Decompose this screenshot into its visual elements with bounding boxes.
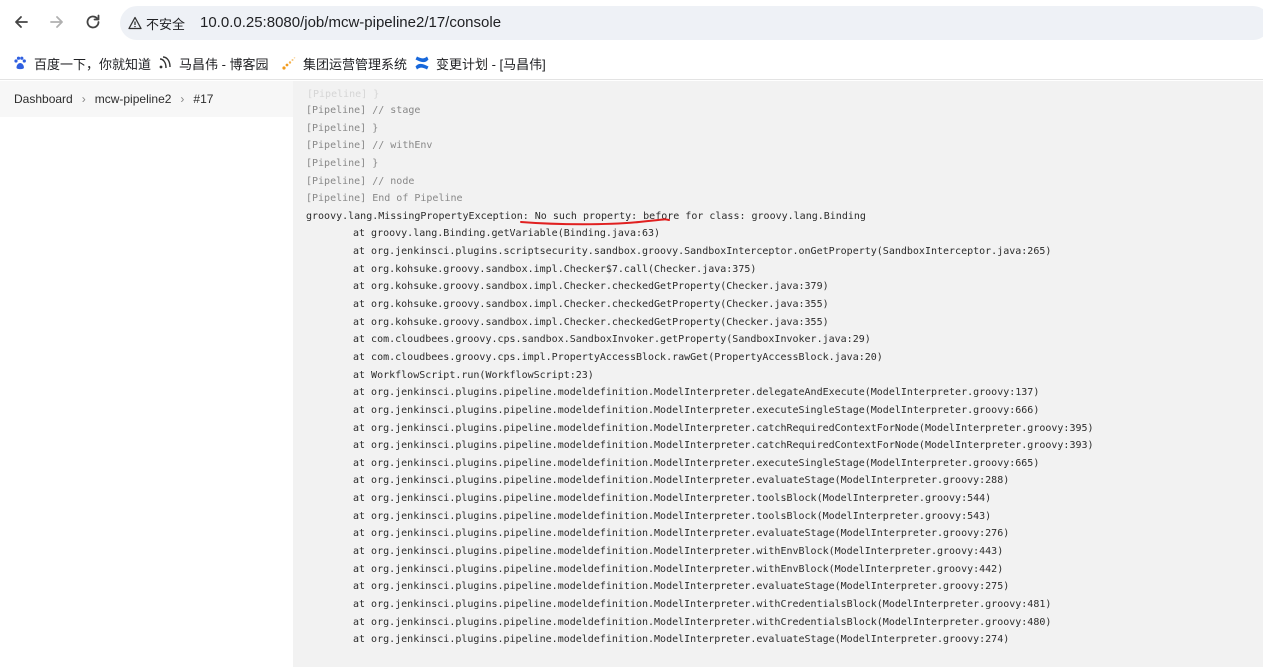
console-stacktrace-line: at org.jenkinsci.plugins.pipeline.modeld… <box>353 581 1010 593</box>
console-pipeline-line: [Pipeline] } <box>306 122 379 134</box>
back-button[interactable] <box>8 9 34 35</box>
console-stacktrace-line: at org.jenkinsci.plugins.pipeline.modeld… <box>353 404 1040 416</box>
reload-button[interactable] <box>80 9 106 35</box>
bookmark-change-plan[interactable]: 变更计划 - [马昌伟] <box>414 53 546 73</box>
breadcrumb-job[interactable]: mcw-pipeline2 <box>95 92 172 106</box>
console-stacktrace-line: at com.cloudbees.groovy.cps.impl.Propert… <box>353 351 883 363</box>
console-stacktrace-line: at org.jenkinsci.plugins.pipeline.modeld… <box>353 422 1094 434</box>
arrow-right-icon <box>50 16 63 28</box>
confluence-icon <box>415 56 429 70</box>
baidu-paw-icon <box>14 56 26 70</box>
console-pipeline-line: [Pipeline] // node <box>306 175 415 187</box>
console-pipeline-line: [Pipeline] // stage <box>306 105 421 116</box>
url-text[interactable]: 10.0.0.25:8080/job/mcw-pipeline2/17/cons… <box>200 14 501 31</box>
warning-triangle-icon <box>128 16 142 30</box>
breadcrumb-build[interactable]: #17 <box>193 92 213 106</box>
console-error-line: groovy.lang.MissingPropertyException: No… <box>306 210 866 222</box>
console-stacktrace-line: at org.kohsuke.groovy.sandbox.impl.Check… <box>353 316 829 328</box>
console-stacktrace-line: at org.kohsuke.groovy.sandbox.impl.Check… <box>353 263 757 275</box>
console-pipeline-line: [Pipeline] End of Pipeline <box>306 193 463 205</box>
browser-toolbar: 不安全 10.0.0.25:8080/job/mcw-pipeline2/17/… <box>0 0 1263 46</box>
console-stacktrace-line: at org.jenkinsci.plugins.pipeline.modeld… <box>353 475 1010 487</box>
console-scroll-fade: [Pipeline] } <box>307 89 380 100</box>
bookmark-label: 百度一下，你就知道 <box>34 56 152 72</box>
console-stacktrace-line: at org.jenkinsci.plugins.pipeline.modeld… <box>353 457 1040 469</box>
bookmark-ops-system[interactable]: 集团运营管理系统 <box>281 53 407 73</box>
address-bar[interactable]: 不安全 10.0.0.25:8080/job/mcw-pipeline2/17/… <box>120 6 1263 40</box>
loading-dots-icon <box>282 57 296 70</box>
reload-icon <box>86 14 100 29</box>
console-stacktrace-line: at groovy.lang.Binding.getVariable(Bindi… <box>353 228 661 240</box>
bookmark-label: 变更计划 - [马昌伟] <box>436 56 546 72</box>
sidebar <box>0 117 293 667</box>
console-pipeline-line: [Pipeline] } <box>306 157 379 169</box>
console-stacktrace-line: at org.jenkinsci.plugins.pipeline.modeld… <box>353 510 992 522</box>
console-stacktrace-line: at org.jenkinsci.plugins.pipeline.modeld… <box>353 598 1052 610</box>
console-stacktrace-line: at com.cloudbees.groovy.cps.sandbox.Sand… <box>353 334 871 346</box>
bookmark-label: 马昌伟 - 博客园 <box>179 56 269 72</box>
console-stacktrace-line: at org.jenkinsci.plugins.pipeline.modeld… <box>353 546 1004 558</box>
console-stacktrace-line: at WorkflowScript.run(WorkflowScript:23) <box>353 369 594 381</box>
console-stacktrace-line: at org.jenkinsci.plugins.pipeline.modeld… <box>353 440 1094 452</box>
console-stacktrace-line: at org.jenkinsci.plugins.pipeline.modeld… <box>353 387 1040 399</box>
security-label: 不安全 <box>146 16 186 32</box>
bookmark-label: 集团运营管理系统 <box>303 56 408 72</box>
breadcrumb-dashboard[interactable]: Dashboard <box>14 92 73 106</box>
breadcrumb: Dashboard › mcw-pipeline2 › #17 <box>14 92 213 106</box>
console-stacktrace-line: at org.jenkinsci.plugins.pipeline.modeld… <box>353 616 1052 628</box>
forward-button[interactable] <box>44 9 70 35</box>
bookmark-cnblogs[interactable]: 马昌伟 - 博客园 <box>157 53 269 73</box>
jenkins-page: Dashboard › mcw-pipeline2 › #17 [Pipelin… <box>0 81 1263 667</box>
console-pipeline-line: [Pipeline] // withEnv <box>306 140 433 152</box>
console-stacktrace-line: at org.jenkinsci.plugins.pipeline.modeld… <box>353 493 992 505</box>
bookmarks-bar: 百度一下，你就知道 马昌伟 - 博客园 集团运营管理系统 变更计划 - [马昌伟… <box>0 46 1263 80</box>
security-indicator[interactable]: 不安全 <box>128 14 185 32</box>
console-stacktrace-line: at org.jenkinsci.plugins.pipeline.modeld… <box>353 634 1010 646</box>
arrow-left-icon <box>15 16 28 28</box>
bookmark-baidu[interactable]: 百度一下，你就知道 <box>12 53 151 73</box>
console-stacktrace-line: at org.jenkinsci.plugins.pipeline.modeld… <box>353 563 1004 575</box>
console-stacktrace-line: at org.jenkinsci.plugins.scriptsecurity.… <box>353 246 1052 258</box>
cnblogs-icon <box>159 56 171 69</box>
console-stacktrace-line: at org.kohsuke.groovy.sandbox.impl.Check… <box>353 281 829 293</box>
console-stacktrace-line: at org.jenkinsci.plugins.pipeline.modeld… <box>353 528 1010 540</box>
console-stacktrace-line: at org.kohsuke.groovy.sandbox.impl.Check… <box>353 299 829 311</box>
chevron-right-icon: › <box>81 92 86 106</box>
console-log: [Pipeline] // stage [Pipeline] } [Pipeline… <box>306 102 1256 649</box>
console-output: [Pipeline] } [Pipeline] // stage [Pipelin… <box>293 81 1263 667</box>
red-underline-annotation <box>520 218 670 226</box>
chevron-right-icon: › <box>180 92 185 106</box>
